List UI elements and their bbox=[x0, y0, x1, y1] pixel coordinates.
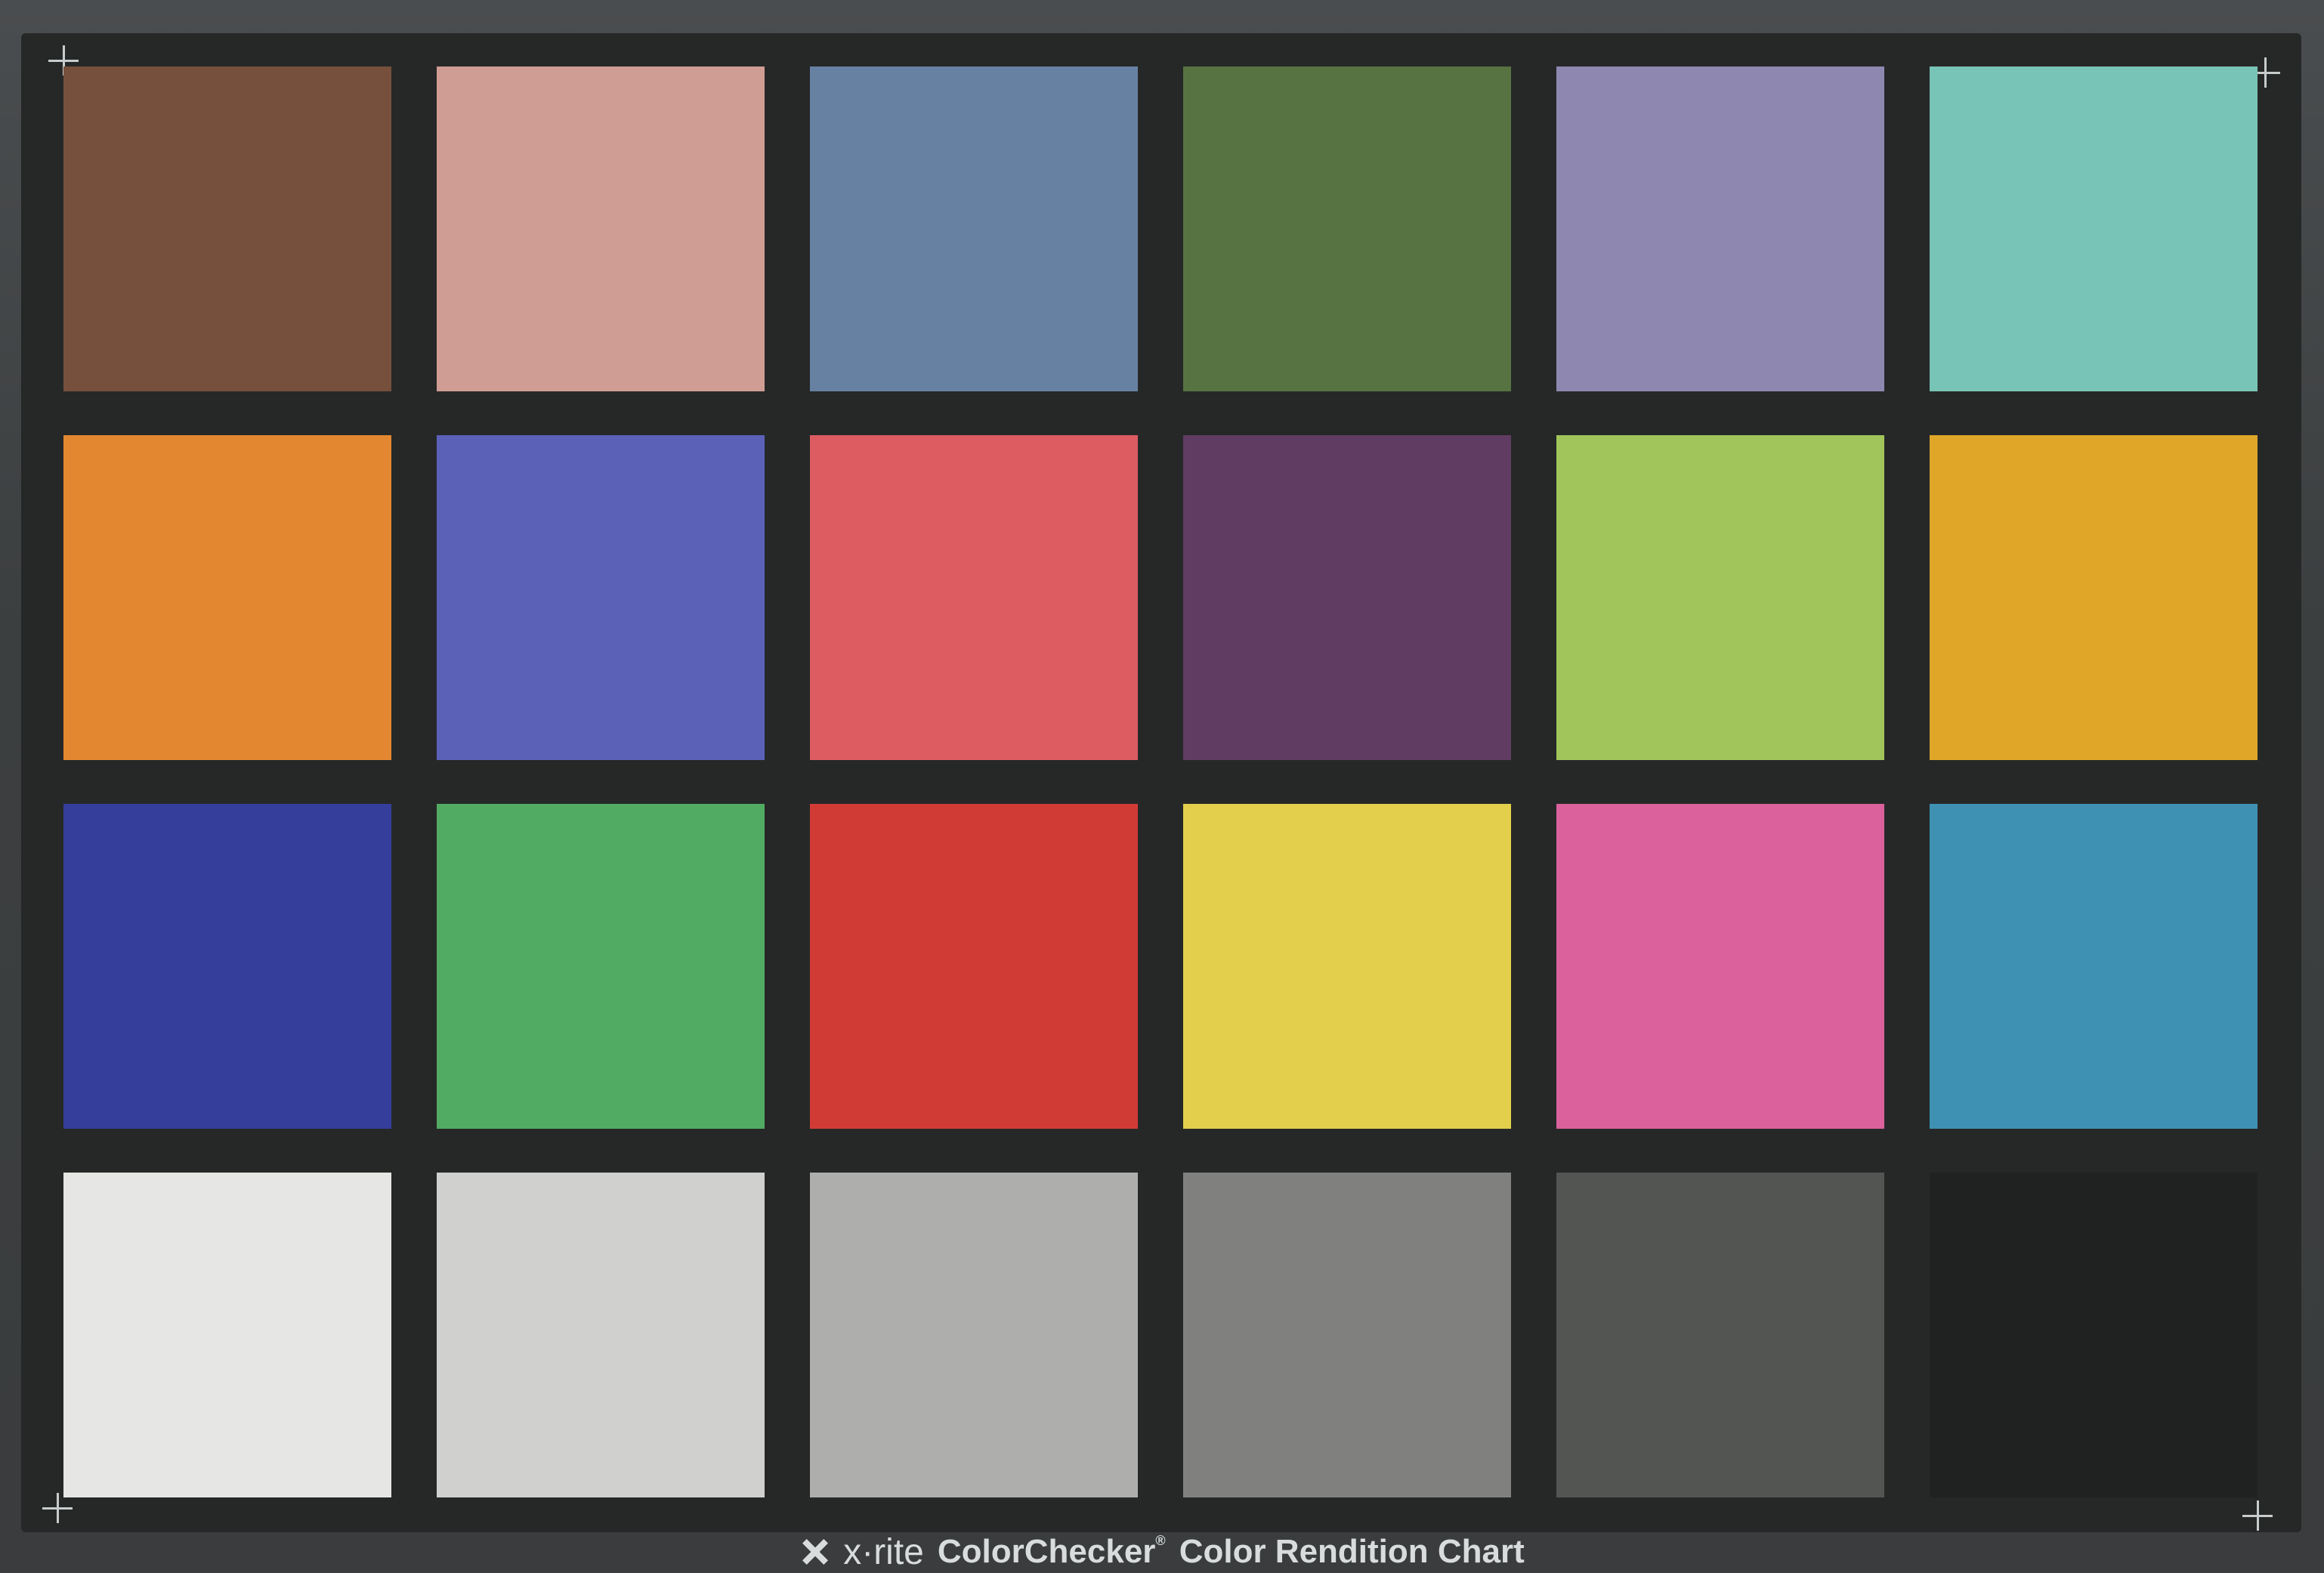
color-patch bbox=[1183, 435, 1511, 760]
color-patch bbox=[1930, 804, 2258, 1129]
color-patch bbox=[1556, 66, 1884, 391]
color-patch bbox=[63, 435, 391, 760]
color-patch bbox=[1183, 804, 1511, 1129]
color-patch bbox=[1556, 435, 1884, 760]
color-patch bbox=[63, 1173, 391, 1497]
color-patch bbox=[437, 804, 765, 1129]
color-patch bbox=[437, 435, 765, 760]
chart-subtitle: Color Rendition Chart bbox=[1179, 1533, 1525, 1570]
brand-name: x·rite bbox=[843, 1531, 924, 1572]
color-patch-grid bbox=[63, 66, 2258, 1505]
color-patch bbox=[1930, 1173, 2258, 1497]
color-patch bbox=[810, 435, 1138, 760]
color-patch bbox=[1183, 66, 1511, 391]
color-patch bbox=[1556, 1173, 1884, 1497]
product-name: ColorChecker® bbox=[937, 1533, 1166, 1570]
color-patch bbox=[1183, 1173, 1511, 1497]
crosshair-bottom-right-icon bbox=[2242, 1500, 2273, 1531]
color-patch bbox=[810, 66, 1138, 391]
chart-frame: x·rite ColorChecker® Color Rendition Cha… bbox=[0, 0, 2324, 1572]
color-patch bbox=[437, 66, 765, 391]
color-patch bbox=[810, 1173, 1138, 1497]
color-patch bbox=[63, 804, 391, 1129]
color-patch bbox=[1556, 804, 1884, 1129]
color-patch bbox=[1930, 435, 2258, 760]
color-patch bbox=[63, 66, 391, 391]
color-patch bbox=[1930, 66, 2258, 391]
color-patch bbox=[437, 1173, 765, 1497]
chart-footer: x·rite ColorChecker® Color Rendition Cha… bbox=[0, 1531, 2324, 1572]
color-patch bbox=[810, 804, 1138, 1129]
x-rite-logo-icon bbox=[799, 1537, 830, 1567]
